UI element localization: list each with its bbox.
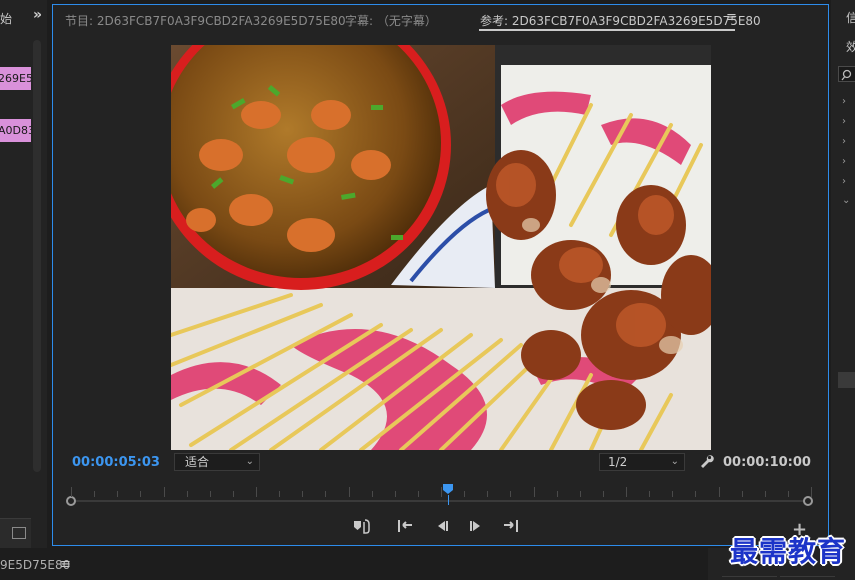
insert-marker-button[interactable] (351, 517, 373, 535)
ruler-tick (117, 491, 119, 497)
clip-item[interactable]: 269E5D (0, 67, 31, 90)
chevron-down-icon[interactable]: ⌄ (842, 195, 850, 206)
ruler-tick (417, 491, 419, 497)
reference-monitor-panel: 节目: 2D63FCB7F0A3F9CBD2FA3269E5D75E80 字幕:… (52, 4, 829, 546)
right-panel-tab[interactable]: 效 (846, 38, 855, 55)
ruler-tick (487, 491, 489, 497)
current-timecode[interactable]: 00:00:05:03 (72, 455, 160, 470)
active-tab-indicator (479, 29, 735, 31)
ruler-tick (186, 491, 188, 497)
step-to-out-icon (504, 520, 518, 532)
ruler-tick (695, 491, 697, 497)
go-to-out-button[interactable] (500, 517, 522, 535)
ruler-tick (232, 491, 234, 497)
chevron-right-icon[interactable]: › (842, 116, 846, 127)
ruler-tick (533, 487, 535, 497)
left-panel-scrollbar[interactable] (33, 40, 41, 472)
ruler-tick (302, 491, 304, 497)
monitor-tabs: 节目: 2D63FCB7F0A3F9CBD2FA3269E5D75E80 字幕:… (53, 5, 828, 33)
go-to-in-button[interactable] (394, 517, 416, 535)
right-panel-scrollbar[interactable] (838, 372, 855, 388)
step-to-in-icon (398, 520, 412, 532)
panel-cell (780, 576, 835, 580)
tab-reference[interactable]: 参考: 2D63FCB7F0A3F9CBD2FA3269E5D75E80 (480, 12, 761, 29)
panel-menu-icon[interactable]: ≡ (60, 557, 71, 572)
ruler-tick (325, 491, 327, 497)
right-panel: 信 效 › › › › › ⌄ (831, 0, 855, 548)
zoom-fit-value: 适合 (185, 455, 210, 469)
ruler-tick (510, 491, 512, 497)
panel-cell (722, 576, 777, 580)
ruler-tick (256, 487, 257, 497)
search-icon (841, 69, 852, 81)
step-back-icon (438, 521, 448, 531)
playback-resolution-select[interactable]: 1/2 ⌄ (599, 453, 685, 471)
tab-captions[interactable]: 字幕: （无字幕） (345, 12, 437, 29)
watermark-logo: 最需教育 (730, 535, 847, 568)
ruler-tick (602, 491, 604, 497)
ruler-tick (371, 491, 373, 497)
ruler-tick (394, 491, 396, 497)
expand-panels-icon[interactable]: » (33, 7, 42, 23)
in-point-handle[interactable] (66, 496, 76, 506)
playhead-line (447, 495, 449, 505)
clip-item[interactable]: A0D83 (0, 119, 31, 142)
ruler-tick (71, 487, 72, 497)
ruler-tick (672, 491, 674, 497)
scrub-track[interactable] (71, 500, 811, 502)
ruler-tick (279, 491, 281, 497)
chevron-right-icon[interactable]: › (842, 176, 846, 187)
ruler-tick (209, 491, 211, 497)
ruler-tick (718, 487, 720, 497)
video-frame (171, 45, 711, 450)
out-point-handle[interactable] (803, 496, 813, 506)
playhead-icon[interactable] (442, 483, 454, 495)
step-forward-icon (470, 521, 480, 531)
chevron-down-icon: ⌄ (670, 456, 679, 467)
step-back-button[interactable] (430, 517, 452, 535)
ruler-tick (94, 491, 96, 497)
playback-resolution-value: 1/2 (608, 455, 628, 469)
ruler-tick (464, 491, 466, 497)
ruler-tick (764, 491, 766, 497)
ruler-tick (626, 487, 627, 497)
time-ruler[interactable] (65, 481, 815, 511)
export-icon[interactable] (12, 527, 26, 539)
ruler-tick (348, 487, 350, 497)
zoom-fit-select[interactable]: 适合 ⌄ (174, 453, 260, 471)
ruler-tick (556, 491, 558, 497)
chevron-right-icon[interactable]: › (842, 156, 846, 167)
chevron-right-icon[interactable]: › (842, 136, 846, 147)
ruler-tick (579, 491, 581, 497)
ruler-tick (140, 491, 142, 497)
panel-menu-icon[interactable]: ≡ (726, 10, 737, 25)
right-panel-title[interactable]: 信 (846, 9, 855, 26)
ruler-tick (649, 491, 651, 497)
ruler-tick (741, 491, 743, 497)
marker-overwrite-icon (354, 519, 370, 534)
video-image (171, 45, 711, 450)
tab-program[interactable]: 节目: 2D63FCB7F0A3F9CBD2FA3269E5D75E80 (65, 12, 346, 29)
chevron-down-icon: ⌄ (245, 456, 254, 467)
chevron-right-icon[interactable]: › (842, 96, 846, 107)
right-panel-search-input[interactable] (838, 66, 855, 82)
settings-wrench-icon[interactable] (698, 453, 714, 469)
left-panel-footer (0, 518, 31, 548)
duration-timecode: 00:00:10:00 (723, 455, 811, 470)
left-panel-title: 始 (0, 12, 13, 26)
left-panel: 始 » 269E5D A0D83 (0, 0, 47, 548)
step-forward-button[interactable] (466, 517, 488, 535)
ruler-tick (811, 487, 812, 497)
ruler-tick (163, 487, 165, 497)
ruler-tick (787, 491, 789, 497)
